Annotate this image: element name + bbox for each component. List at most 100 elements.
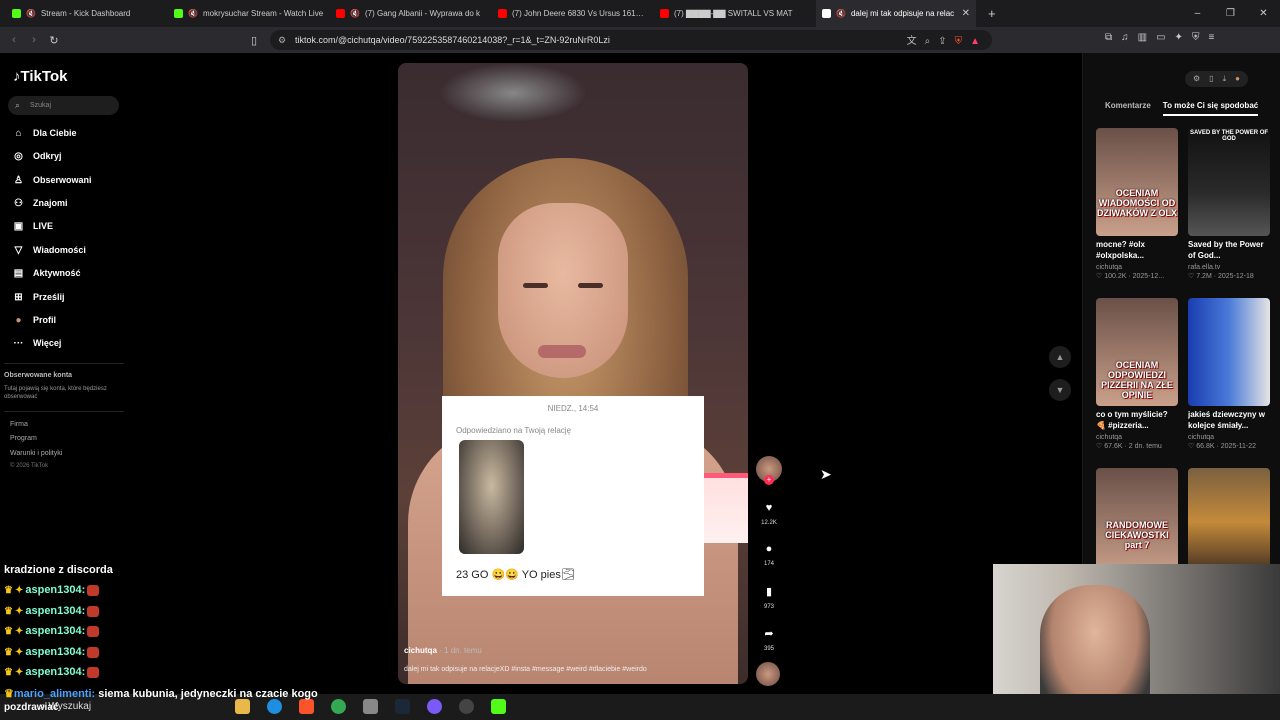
- steam-icon[interactable]: [395, 699, 410, 714]
- sidebar-item-activity[interactable]: ▤ Aktywność: [12, 263, 124, 283]
- video-thumbnail: OCENIAM ODPOWIEDZI PIZZERII NA ZŁE OPINI…: [1096, 298, 1178, 406]
- file-explorer-icon[interactable]: [235, 699, 250, 714]
- sidebar-item-more[interactable]: ··· Więcej: [12, 333, 124, 353]
- sidebar-item-for-you[interactable]: ⌂ Dla Ciebie: [12, 123, 124, 143]
- minimize-button[interactable]: –: [1181, 0, 1214, 27]
- maximize-button[interactable]: ❐: [1214, 0, 1247, 27]
- reload-icon[interactable]: ↻: [44, 34, 64, 47]
- next-video-button[interactable]: ▼: [1049, 379, 1071, 401]
- video-author[interactable]: cichutqa: [1096, 434, 1178, 441]
- browser-tab[interactable]: 🔇 mokrysuchar Stream - Watch Live: [168, 0, 330, 27]
- bookmark-icon[interactable]: ▯: [244, 34, 264, 47]
- chat-line: ♛ ✦ aspen1304:: [4, 584, 100, 596]
- message-screenshot-card: NIEDZ., 14:54 Odpowiedziano na Twoją rel…: [442, 396, 704, 596]
- close-window-button[interactable]: ✕: [1247, 0, 1280, 27]
- leo-icon[interactable]: ✦: [1175, 32, 1183, 43]
- download-icon[interactable]: ⤓: [1223, 74, 1227, 84]
- recommended-video[interactable]: jakieś dziewczyny w kolejce śmiały... ci…: [1188, 298, 1270, 450]
- video-subject-eye: [523, 283, 548, 288]
- wallet-icon[interactable]: ▭: [1156, 32, 1165, 43]
- crown-badge-icon: ♛: [4, 605, 13, 617]
- menu-icon[interactable]: ≡: [1208, 32, 1214, 43]
- recommended-video[interactable]: SAVED BY THE POWER OF GOD Saved by the P…: [1188, 128, 1270, 280]
- tab-comments[interactable]: Komentarze: [1105, 101, 1151, 116]
- recommended-video[interactable]: [1188, 468, 1270, 576]
- comment-button[interactable]: ● 174: [754, 543, 784, 567]
- brave-shield-icon[interactable]: ⛨: [955, 32, 963, 52]
- share-button[interactable]: ➦ 395: [754, 627, 784, 652]
- extensions-icon[interactable]: ⧉: [1105, 32, 1112, 43]
- tiktok-sidebar: ♪TikTok ⌕ Szukaj ⌂ Dla Ciebie ◎ Odkryj ♙ Obs…: [0, 53, 128, 553]
- like-button[interactable]: ♥ 12.2K: [754, 502, 784, 526]
- save-button[interactable]: ▮ 973: [754, 585, 784, 610]
- browser-tab-active[interactable]: 🔇 dalej mi tak odpisuje na relac ✕: [816, 0, 976, 27]
- tab-recommended[interactable]: To może Ci się spodobać: [1162, 101, 1259, 116]
- tab-title: mokrysuchar Stream - Watch Live: [202, 9, 324, 18]
- author-name[interactable]: cichutqa: [404, 646, 437, 655]
- sidebar-icon[interactable]: ▥: [1138, 32, 1147, 43]
- discord-icon[interactable]: [427, 699, 442, 714]
- sidebar-item-label: Odkryj: [33, 151, 62, 161]
- sound-avatar[interactable]: [756, 662, 780, 686]
- obs-icon[interactable]: [459, 699, 474, 714]
- sidebar-item-following[interactable]: ♙ Obserwowani: [12, 170, 124, 190]
- video-thumbnail: SAVED BY THE POWER OF GOD: [1188, 128, 1270, 236]
- video-thumbnail: [1188, 298, 1270, 406]
- video-thumbnail: RANDOMOWE CIEKAWOSTKI part 7: [1096, 468, 1178, 576]
- video-player[interactable]: NIEDZ., 14:54 Odpowiedziano na Twoją rel…: [398, 63, 748, 684]
- chrome-icon[interactable]: [331, 699, 346, 714]
- sidebar-item-live[interactable]: ▣ LIVE: [12, 216, 124, 236]
- crown-badge-icon: ♛: [4, 646, 13, 658]
- previous-video-button[interactable]: ▲: [1049, 346, 1071, 368]
- zoom-icon[interactable]: ⌕: [925, 32, 931, 52]
- browser-tab[interactable]: (7) ▇▇▇▇-▇▇ SWITALL VS MAT: [654, 0, 816, 27]
- sub-badge-icon: ✦: [14, 646, 24, 658]
- recommended-video[interactable]: OCENIAM WIADOMOŚCI OD DZIWAKÓW Z OLX moc…: [1096, 128, 1178, 280]
- video-author[interactable]: cichutqa: [1188, 434, 1270, 441]
- new-tab-button[interactable]: +: [988, 6, 996, 21]
- site-info-icon[interactable]: ⚙: [278, 30, 286, 50]
- footer-link-program[interactable]: Program: [10, 435, 37, 442]
- recommended-video[interactable]: RANDOMOWE CIEKAWOSTKI part 7: [1096, 468, 1178, 576]
- forward-icon[interactable]: ›: [24, 34, 44, 46]
- sidebar-item-profile[interactable]: ● Profil: [12, 310, 124, 330]
- recommended-video[interactable]: OCENIAM ODPOWIEDZI PIZZERII NA ZŁE OPINI…: [1096, 298, 1178, 450]
- tiktok-logo[interactable]: ♪TikTok: [13, 68, 67, 85]
- follow-plus-icon[interactable]: +: [764, 475, 774, 485]
- sidebar-item-explore[interactable]: ◎ Odkryj: [12, 146, 124, 166]
- comment-count: 174: [763, 561, 774, 567]
- translate-icon[interactable]: 文: [907, 32, 917, 52]
- video-author[interactable]: cichutqa · 1 dn. temu: [404, 646, 482, 655]
- share-icon[interactable]: ⇪: [938, 32, 946, 52]
- search-input[interactable]: ⌕ Szukaj: [8, 96, 119, 115]
- panel-toolbar: ⚙ ▯ ⤓ ●: [1185, 71, 1248, 87]
- device-icon[interactable]: ▯: [1209, 74, 1213, 84]
- vpn-icon[interactable]: ⛨: [1192, 32, 1200, 43]
- back-icon[interactable]: ‹: [4, 34, 24, 46]
- sidebar-item-friends[interactable]: ⚇ Znajomi: [12, 193, 124, 213]
- brave-icon[interactable]: [299, 699, 314, 714]
- user-avatar[interactable]: ●: [1235, 74, 1240, 84]
- media-icon[interactable]: ♫: [1121, 32, 1129, 43]
- window-controls: – ❐ ✕: [1181, 0, 1280, 27]
- browser-tab[interactable]: 🔇 (7) Gang Albanii - Wyprawa do k: [330, 0, 492, 27]
- app-icon[interactable]: [363, 699, 378, 714]
- bookmark-icon: ▮: [765, 586, 773, 598]
- brave-rewards-icon[interactable]: ▲: [970, 32, 980, 52]
- footer-link-terms[interactable]: Warunki i polityki: [10, 450, 62, 457]
- video-author[interactable]: cichutqa: [1096, 264, 1178, 271]
- url-field[interactable]: ⚙ tiktok.com/@cichutqa/video/75922535874…: [270, 30, 992, 50]
- kick-icon[interactable]: [491, 699, 506, 714]
- settings-icon[interactable]: ⚙: [1193, 74, 1200, 84]
- footer-link-company[interactable]: Firma: [10, 421, 28, 428]
- video-stats: ♡ 67.6K · 2 dn. temu: [1096, 443, 1162, 450]
- video-author[interactable]: rafa.ella.tv: [1188, 264, 1270, 271]
- sidebar-item-upload[interactable]: ⊞ Prześlij: [12, 287, 124, 307]
- browser-tab[interactable]: (7) John Deere 6830 Vs Ursus 1614 W: [492, 0, 654, 27]
- close-tab-icon[interactable]: ✕: [962, 8, 970, 19]
- sidebar-item-messages[interactable]: ▽ Wiadomości: [12, 240, 124, 260]
- sub-badge-icon: ✦: [14, 605, 24, 617]
- chat-username: mario_alimenti:: [13, 688, 96, 700]
- edge-icon[interactable]: [267, 699, 282, 714]
- browser-tab[interactable]: 🔇 Stream - Kick Dashboard: [6, 0, 168, 27]
